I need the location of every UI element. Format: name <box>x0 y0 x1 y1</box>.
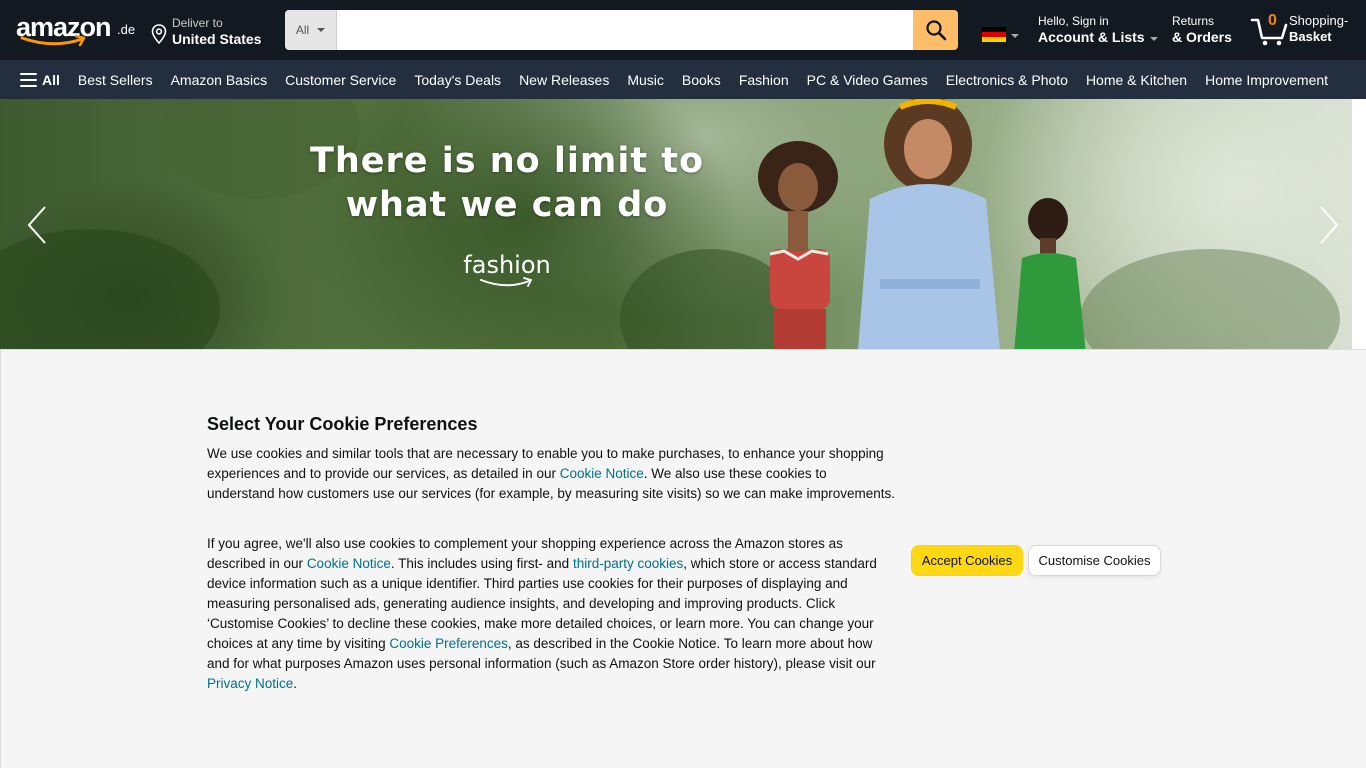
smile-arrow-icon <box>20 35 86 47</box>
shopping-basket-link[interactable]: 0 Shopping- Basket <box>1250 12 1350 48</box>
returns-orders-link[interactable]: Returns & Orders <box>1172 14 1232 46</box>
nav-link-home-improvement[interactable]: Home Improvement <box>1205 72 1328 88</box>
location-pin-icon <box>151 24 167 44</box>
accept-cookies-button[interactable]: Accept Cookies <box>911 545 1023 576</box>
flag-stripe-gold <box>982 37 1006 42</box>
third-party-cookies-link[interactable]: third-party cookies <box>573 556 683 571</box>
account-lists-menu[interactable]: Hello, Sign in Account & Lists <box>1038 14 1158 46</box>
main-nav: All Best Sellers Amazon Basics Customer … <box>0 60 1366 99</box>
search-category-label: All <box>295 23 310 37</box>
chevron-down-icon <box>1011 34 1019 38</box>
foliage-shape <box>0 229 220 350</box>
orders-label: & Orders <box>1172 29 1232 45</box>
hero-headline: There is no limit to what we can do <box>300 139 714 227</box>
nav-link-best-sellers[interactable]: Best Sellers <box>78 72 153 88</box>
nav-link-fashion[interactable]: Fashion <box>739 72 789 88</box>
cookie-preferences-link[interactable]: Cookie Preferences <box>389 636 508 651</box>
hero-headline-line2: what we can do <box>345 185 669 225</box>
nav-link-new-releases[interactable]: New Releases <box>519 72 609 88</box>
account-lists-label: Account & Lists <box>1038 29 1145 45</box>
all-menu-label: All <box>42 71 60 88</box>
account-greeting: Hello, Sign in <box>1038 14 1109 28</box>
hamburger-icon <box>20 72 37 87</box>
nav-link-home-kitchen[interactable]: Home & Kitchen <box>1086 72 1187 88</box>
model-right-image <box>1014 198 1086 350</box>
cookie-p2-text-5: . <box>293 676 298 691</box>
basket-count: 0 <box>1268 12 1277 29</box>
cookie-consent-panel: Select Your Cookie Preferences We use co… <box>0 349 1366 768</box>
cookie-notice-link[interactable]: Cookie Notice <box>307 556 391 571</box>
cookie-title: Select Your Cookie Preferences <box>207 414 478 434</box>
germany-flag-icon <box>982 27 1006 42</box>
cookie-paragraph-1: We use cookies and similar tools that ar… <box>207 444 897 504</box>
hero-brand-logo: fashion <box>447 251 567 291</box>
nav-link-amazon-basics[interactable]: Amazon Basics <box>171 72 267 88</box>
nav-link-books[interactable]: Books <box>682 72 721 88</box>
hero-headline-line1: There is no limit to <box>309 141 705 181</box>
foliage-shape <box>1080 249 1340 350</box>
returns-label: Returns <box>1172 14 1215 28</box>
search-submit-button[interactable] <box>913 10 958 50</box>
nav-link-music[interactable]: Music <box>627 72 664 88</box>
hero-banner[interactable]: There is no limit to what we can do fash… <box>0 99 1352 350</box>
basket-label-line1: Shopping- <box>1289 13 1349 28</box>
privacy-notice-link[interactable]: Privacy Notice <box>207 676 293 691</box>
search-icon <box>925 20 946 41</box>
smile-arrow-icon <box>480 277 533 287</box>
search-category-select[interactable]: All <box>285 10 337 50</box>
hero-brand-text: fashion <box>463 251 551 279</box>
carousel-prev-arrow-icon[interactable] <box>26 205 48 245</box>
nav-link-todays-deals[interactable]: Today's Deals <box>414 72 501 88</box>
language-selector[interactable] <box>982 27 1019 42</box>
amazon-logo[interactable]: amazon .de <box>16 12 138 50</box>
deliver-to-location[interactable]: Deliver to United States <box>150 14 261 48</box>
chevron-down-icon <box>317 28 326 32</box>
search-input[interactable] <box>337 10 913 50</box>
chevron-down-icon <box>1149 36 1158 41</box>
logo-tld: .de <box>117 22 136 37</box>
nav-link-electronics-photo[interactable]: Electronics & Photo <box>946 72 1068 88</box>
basket-label-line2: Basket <box>1289 29 1332 44</box>
cookie-p2-text-2: . This includes using first- and <box>390 556 573 571</box>
deliver-country: United States <box>172 31 262 47</box>
cookie-notice-link[interactable]: Cookie Notice <box>560 466 644 481</box>
all-menu-button[interactable]: All <box>20 72 60 88</box>
nav-link-pc-video-games[interactable]: PC & Video Games <box>807 72 928 88</box>
model-center-image <box>858 99 1000 350</box>
customise-cookies-button[interactable]: Customise Cookies <box>1028 545 1161 576</box>
nav-link-customer-service[interactable]: Customer Service <box>285 72 396 88</box>
search-bar: All <box>285 10 958 50</box>
header: amazon .de Deliver to United States All <box>0 0 1366 60</box>
cookie-paragraph-2: If you agree, we'll also use cookies to … <box>207 534 897 694</box>
carousel-next-arrow-icon[interactable] <box>1318 205 1340 245</box>
deliver-label: Deliver to <box>172 16 223 30</box>
